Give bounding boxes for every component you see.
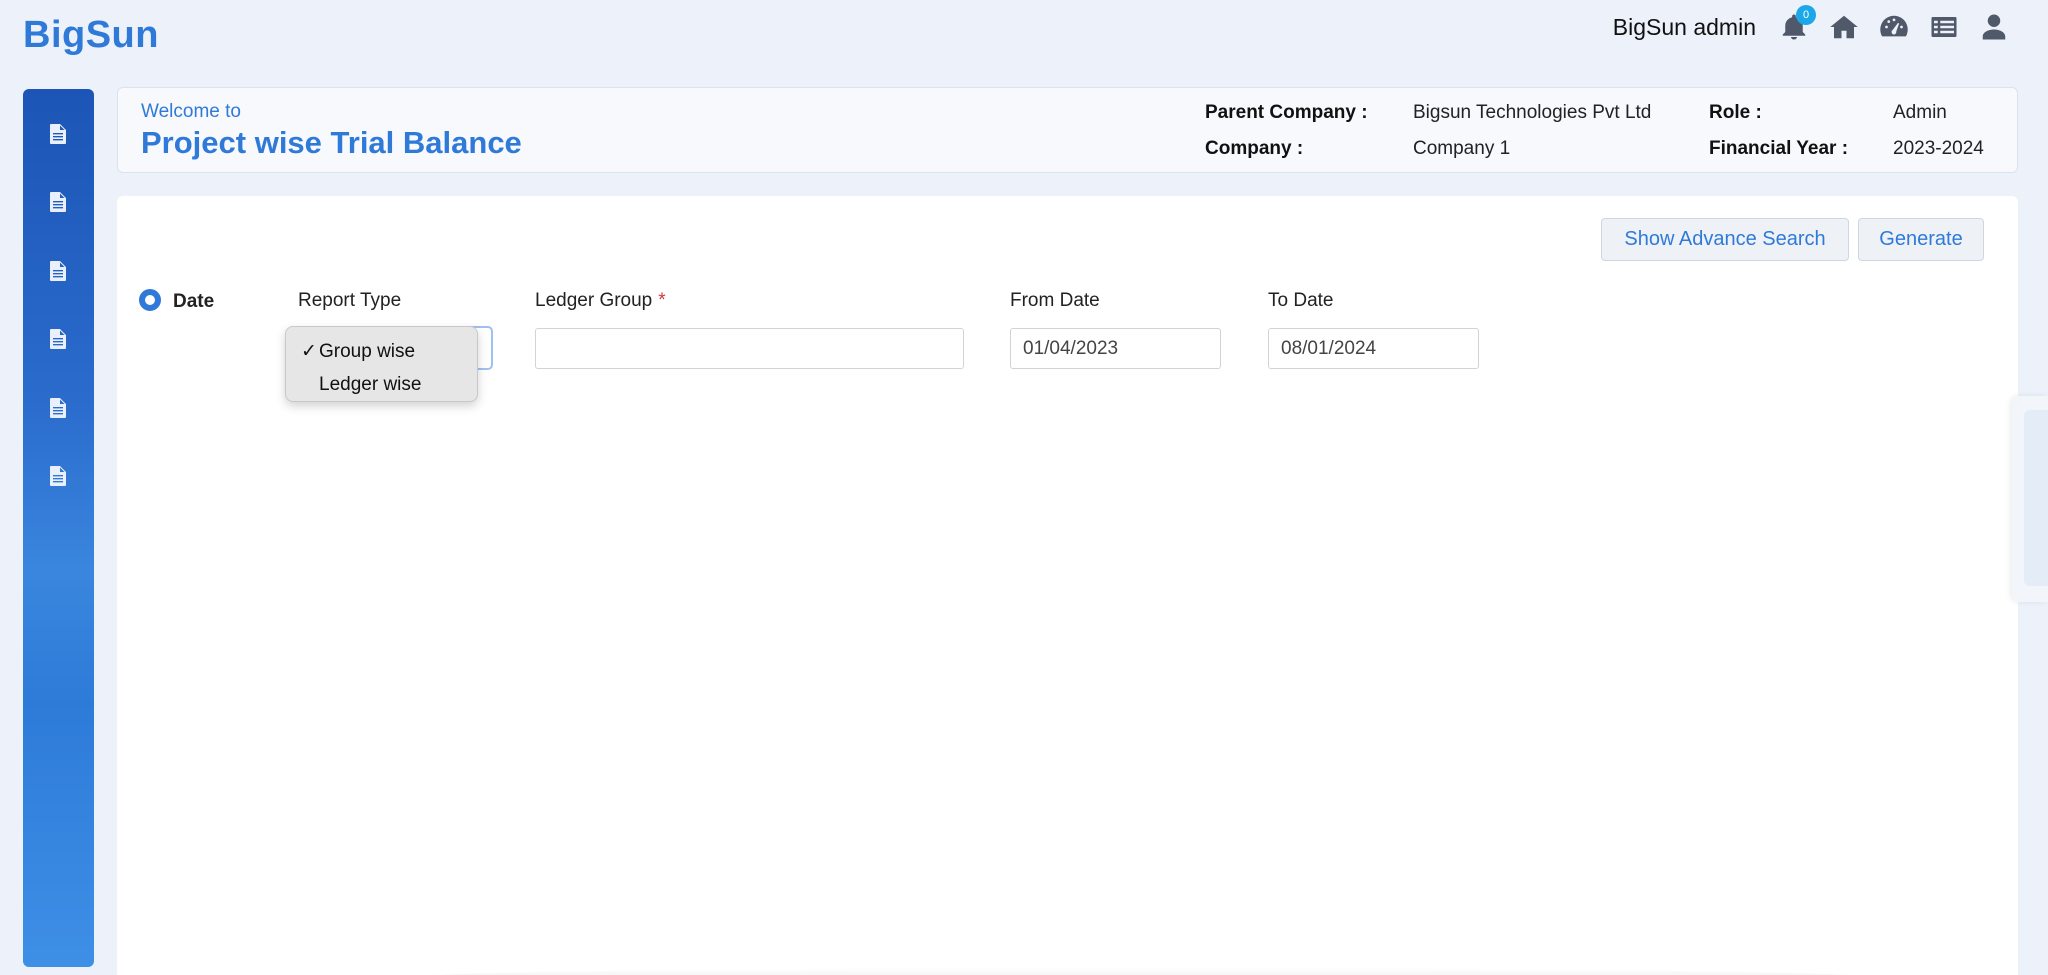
document-icon[interactable] (45, 121, 71, 147)
show-advance-search-button[interactable]: Show Advance Search (1601, 218, 1849, 261)
list-icon[interactable] (1928, 11, 1960, 43)
financial-year-label: Financial Year : (1709, 138, 1849, 159)
top-bar: BigSun admin 0 (1612, 5, 2010, 46)
required-marker: * (658, 290, 666, 311)
check-icon: ✓ (301, 341, 317, 362)
dashboard-icon[interactable] (1878, 11, 1910, 43)
dropdown-option-ledger-wise[interactable]: Ledger wise (286, 368, 477, 401)
user-icon[interactable] (1978, 11, 2010, 43)
to-date-label: To Date (1268, 290, 1334, 311)
side-panel-tab[interactable] (2012, 396, 2048, 602)
page-header: Welcome to Project wise Trial Balance Pa… (117, 87, 2018, 173)
company-label: Company : (1205, 138, 1304, 159)
user-name: BigSun admin (1612, 13, 1756, 40)
ledger-group-input[interactable] (535, 328, 964, 369)
date-radio-label: Date (173, 291, 215, 312)
report-type-label: Report Type (298, 290, 402, 311)
home-icon[interactable] (1828, 11, 1860, 43)
page-title: Project wise Trial Balance (141, 125, 522, 160)
report-type-dropdown: ✓ Group wise Ledger wise (285, 326, 478, 402)
from-date-input[interactable]: 01/04/2023 (1010, 328, 1221, 369)
company-value: Company 1 (1413, 138, 1511, 159)
parent-company-value: Bigsun Technologies Pvt Ltd (1413, 102, 1652, 123)
scroll-shadow (417, 968, 1867, 975)
ledger-group-label: Ledger Group * (535, 290, 666, 311)
role-label: Role : (1709, 102, 1762, 123)
document-icon[interactable] (45, 189, 71, 215)
dropdown-option-group-wise[interactable]: ✓ Group wise (286, 335, 477, 368)
report-form-card: Show Advance Search Generate Date Report… (117, 196, 2018, 975)
bell-icon[interactable]: 0 (1778, 5, 1816, 43)
document-icon[interactable] (45, 463, 71, 489)
parent-company-label: Parent Company : (1205, 102, 1368, 123)
welcome-text: Welcome to (141, 101, 241, 122)
financial-year-value: 2023-2024 (1893, 138, 1984, 159)
document-icon[interactable] (45, 326, 71, 352)
document-icon[interactable] (45, 395, 71, 421)
sidebar (23, 89, 94, 967)
from-date-label: From Date (1010, 290, 1100, 311)
notification-badge: 0 (1796, 5, 1816, 25)
generate-button[interactable]: Generate (1858, 218, 1984, 261)
app-logo[interactable]: BigSun (23, 14, 159, 57)
date-radio[interactable] (139, 289, 161, 311)
to-date-input[interactable]: 08/01/2024 (1268, 328, 1479, 369)
role-value: Admin (1893, 102, 1947, 123)
document-icon[interactable] (45, 258, 71, 284)
